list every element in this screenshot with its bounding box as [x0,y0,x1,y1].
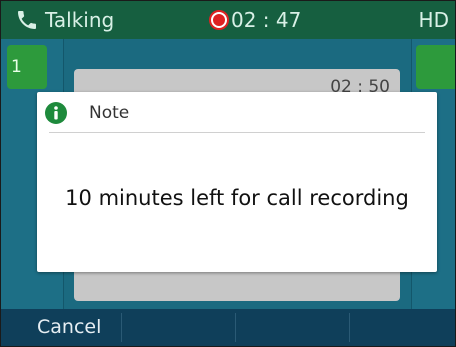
phone-screen: Talking 02 : 47 HD 1 02 : 50 Cancel Note… [0,0,456,347]
softkey-divider [349,313,350,342]
softkey-divider [235,313,236,342]
status-bar: Talking 02 : 47 HD [1,1,455,39]
line-key-1[interactable]: 1 [7,45,47,89]
phone-handset-icon [18,11,36,29]
softkey-bar: Cancel [1,309,455,346]
dialog-message: 10 minutes left for call recording [65,186,409,210]
note-dialog: Note 10 minutes left for call recording [37,92,437,272]
dialog-divider [49,132,425,133]
call-state-label: Talking [45,8,115,32]
dialog-title: Note [89,103,130,123]
record-icon [209,10,229,30]
hd-badge: HD [418,8,449,32]
right-line-key[interactable] [416,45,455,89]
recording-timer: 02 : 47 [231,8,302,32]
info-icon [45,102,67,124]
cancel-softkey[interactable]: Cancel [1,309,121,346]
softkey-divider [121,313,122,342]
dialog-header: Note [37,92,437,132]
